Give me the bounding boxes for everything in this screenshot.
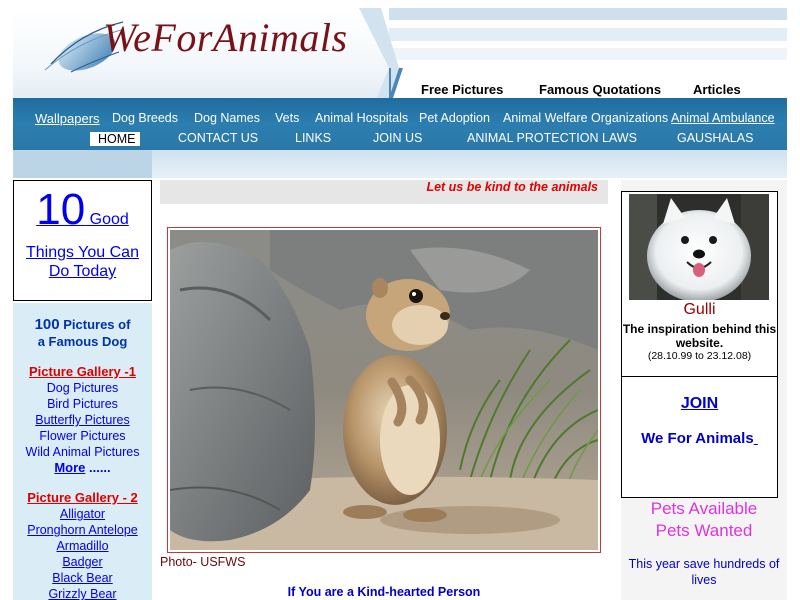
nav-animal-welfare-organizations[interactable]: Animal Welfare Organizations <box>503 111 668 125</box>
gallery-1-item[interactable]: Butterfly Pictures <box>13 412 152 428</box>
ten-number[interactable]: 10 <box>36 185 85 234</box>
top-links: Free Pictures Famous Quotations Articles <box>389 68 789 98</box>
nav-subbar-left <box>13 150 152 178</box>
ground-squirrel-photo <box>170 230 598 550</box>
hundred-line2: a Famous Dog <box>37 334 128 349</box>
gallery-2-item[interactable]: Black Bear <box>13 570 152 586</box>
nav-dog-breeds[interactable]: Dog Breeds <box>112 111 178 125</box>
pets-wanted-link[interactable]: Pets Wanted <box>621 520 787 542</box>
ten-good[interactable]: Good <box>85 211 129 228</box>
featured-photo-frame <box>167 227 601 553</box>
ten-things-box: 10 Good Things You Can Do Today <box>13 180 152 301</box>
left-sidebar: 10 Good Things You Can Do Today 100 Pict… <box>13 180 152 600</box>
nav-contact-us[interactable]: CONTACT US <box>178 131 258 145</box>
gallery-2-title[interactable]: Picture Gallery - 2 <box>13 490 152 506</box>
nav-dog-names[interactable]: Dog Names <box>194 111 260 125</box>
more-link[interactable]: More ...... <box>13 460 152 476</box>
tagline: Let us be kind to the animals <box>426 180 598 194</box>
join-link[interactable]: JOIN <box>622 395 777 413</box>
hundred-text: Pictures of <box>59 317 131 332</box>
more-dots: ...... <box>85 460 111 475</box>
photo-credit: Photo- USFWS <box>160 555 246 569</box>
join-box: JOIN We For Animals <box>621 376 778 498</box>
link-famous-quotations[interactable]: Famous Quotations <box>539 82 661 97</box>
nav-wallpapers[interactable]: Wallpapers <box>35 111 100 126</box>
gallery-2-item[interactable]: Alligator <box>13 506 152 522</box>
page: WeForAnimals Free Pictures Famous Quotat… <box>0 0 800 600</box>
ten-things-link[interactable]: 10 Good <box>14 185 151 235</box>
logo-text: WeForAnimals <box>103 15 348 60</box>
we-for-animals-label[interactable]: We For Animals <box>641 430 754 447</box>
pets-available-link[interactable]: Pets Available <box>621 498 787 520</box>
gulli-dog-photo <box>629 194 769 300</box>
tagline-bar: Let us be kind to the animals <box>160 180 608 204</box>
save-lives-text: This year save hundreds of lives <box>628 557 780 587</box>
site-header: WeForAnimals Free Pictures Famous Quotat… <box>13 8 787 98</box>
nav-animal-hospitals[interactable]: Animal Hospitals <box>315 111 408 125</box>
nav-subbar <box>13 150 787 178</box>
gallery-2-item[interactable]: Badger <box>13 554 152 570</box>
hundred-number: 100 <box>34 316 60 333</box>
nav-vets[interactable]: Vets <box>275 111 299 125</box>
dog-description: The inspiration behind this website. <box>622 322 777 350</box>
main-navbar: Wallpapers Dog Breeds Dog Names Vets Ani… <box>13 98 787 150</box>
gallery-1-item[interactable]: Bird Pictures <box>13 396 152 412</box>
picture-gallery-panel: 100 Pictures of a Famous Dog Picture Gal… <box>13 303 152 600</box>
gallery-1-item[interactable]: Dog Pictures <box>13 380 152 396</box>
link-free-pictures[interactable]: Free Pictures <box>421 82 503 97</box>
hundred-pictures-heading[interactable]: 100 Pictures of a Famous Dog <box>13 316 152 350</box>
dog-name: Gulli <box>683 301 716 318</box>
dog-dates: (28.10.99 to 23.12.08) <box>647 350 752 362</box>
link-articles[interactable]: Articles <box>693 82 741 97</box>
ten-things-text[interactable]: Things You Can Do Today <box>14 243 151 281</box>
more-label[interactable]: More <box>54 460 85 475</box>
gulli-box: Gulli The inspiration behind this websit… <box>621 191 778 378</box>
main-content: Let us be kind to the animals Photo- USF… <box>160 180 608 600</box>
nav-animal-protection-laws[interactable]: ANIMAL PROTECTION LAWS <box>467 131 637 145</box>
nav-pet-adoption[interactable]: Pet Adoption <box>419 111 490 125</box>
right-sidebar: Gulli The inspiration behind this websit… <box>621 180 787 600</box>
gallery-2-item[interactable]: Armadillo <box>13 538 152 554</box>
nav-links[interactable]: LINKS <box>295 131 331 145</box>
kind-hearted-heading: If You are a Kind-hearted Person <box>287 585 481 599</box>
nav-gaushalas[interactable]: GAUSHALAS <box>677 131 753 145</box>
nav-join-us[interactable]: JOIN US <box>373 131 422 145</box>
we-for-animals-link[interactable]: We For Animals <box>622 430 777 447</box>
gallery-1-item[interactable]: Flower Pictures <box>13 428 152 444</box>
nav-home[interactable]: HOME <box>90 132 140 146</box>
gallery-1-title[interactable]: Picture Gallery -1 <box>13 364 152 380</box>
logo-area[interactable]: WeForAnimals <box>13 8 389 98</box>
nav-animal-ambulance[interactable]: Animal Ambulance <box>671 111 775 125</box>
pets-links: Pets Available Pets Wanted <box>621 498 787 542</box>
gallery-1-item[interactable]: Wild Animal Pictures <box>13 444 152 460</box>
gallery-2-item[interactable]: Grizzly Bear <box>13 586 152 600</box>
gallery-2-item[interactable]: Pronghorn Antelope <box>13 522 152 538</box>
